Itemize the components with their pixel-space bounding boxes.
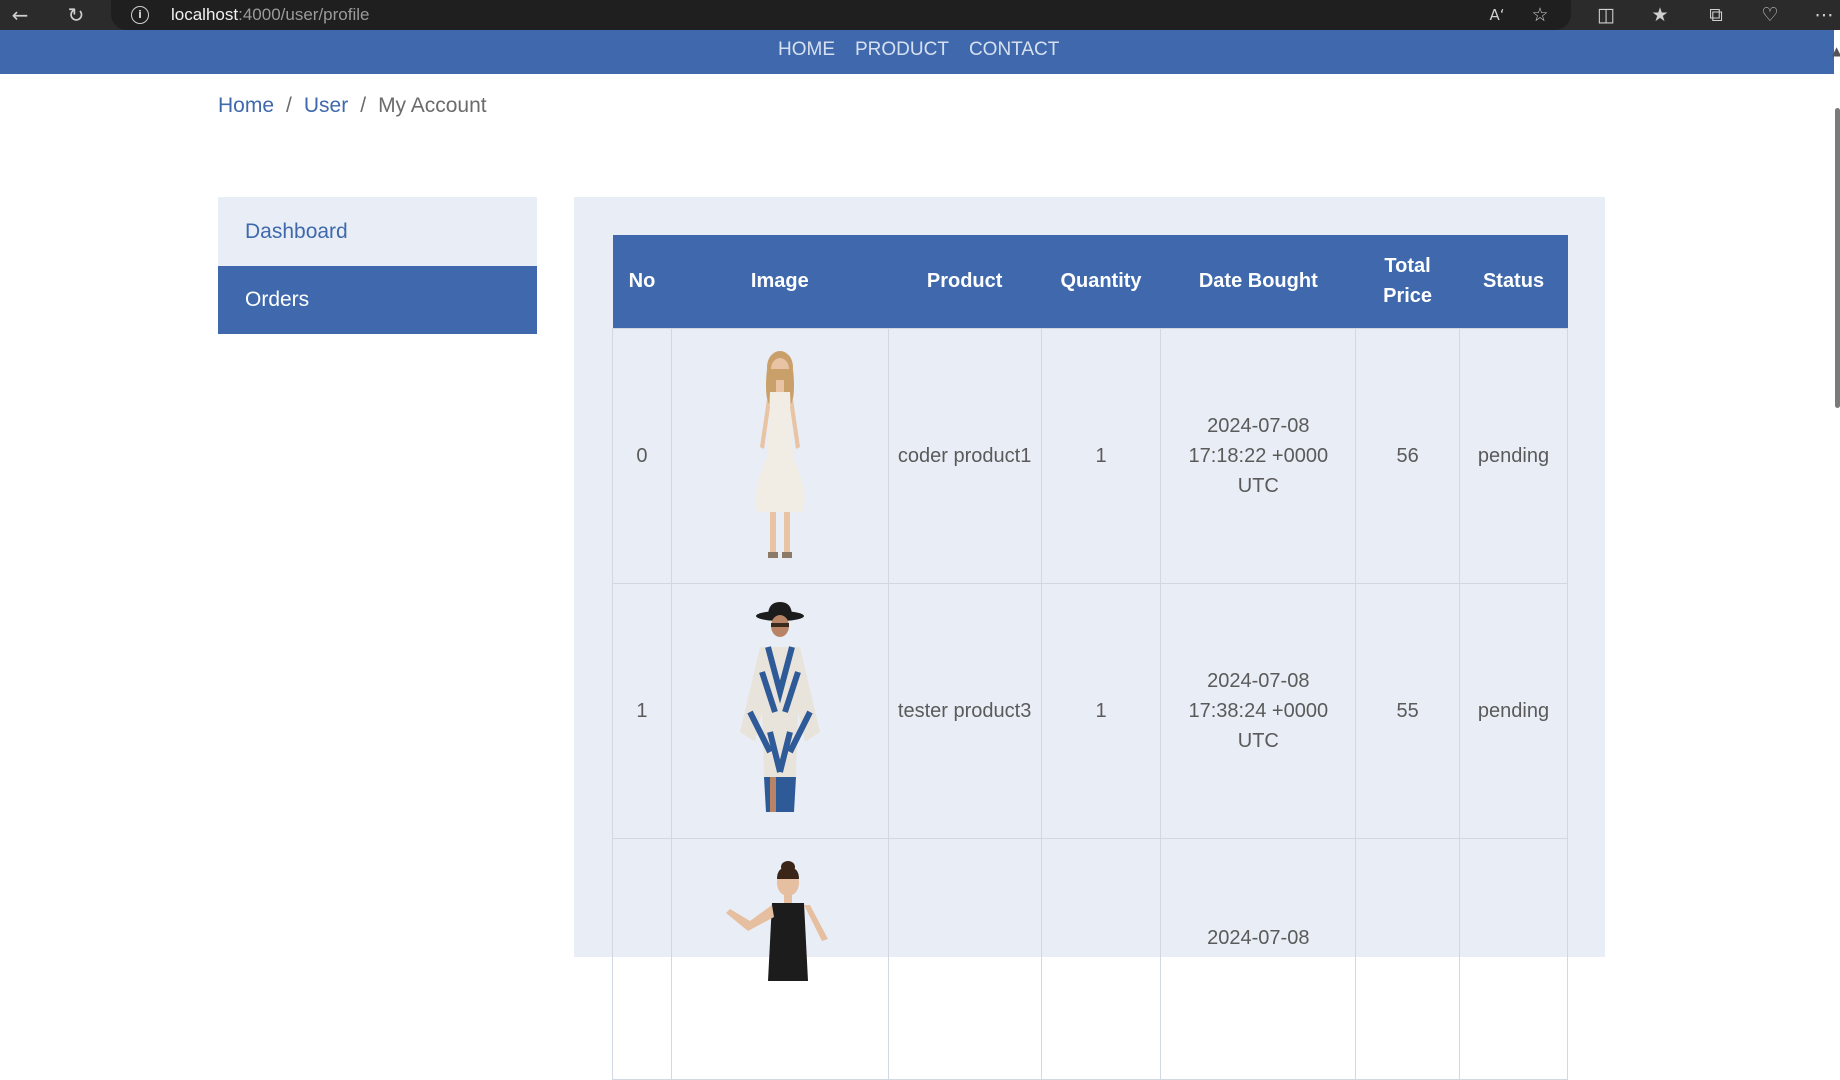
order-price: 56 [1355, 327, 1461, 584]
breadcrumb-separator: / [360, 94, 367, 117]
address-bar[interactable]: i localhost:4000/user/profile A‘ ☆ [111, 0, 1571, 30]
collections-icon[interactable]: ⧉ [1702, 2, 1730, 28]
order-date: 2024-07-08 17:18:22 +0000 UTC [1160, 327, 1357, 584]
order-no [612, 837, 672, 1080]
table-row: 1 tester product3 1 2024-07-08 17:38:24 … [612, 582, 1568, 839]
order-status: pending [1459, 582, 1568, 839]
order-date: 2024-07-08 [1160, 837, 1357, 1080]
order-product: tester product3 [887, 582, 1042, 839]
header-product: Product [888, 235, 1042, 328]
order-quantity: 1 [1040, 582, 1162, 839]
orders-panel: No Image Product Quantity Date Bought To… [574, 197, 1605, 1080]
product-image[interactable] [710, 860, 850, 1079]
header-status: Status [1459, 235, 1568, 328]
refresh-icon[interactable]: ↻ [62, 2, 90, 28]
breadcrumb-home-link[interactable]: Home [218, 94, 274, 118]
breadcrumb: Home / User / My Account [218, 94, 487, 118]
order-no: 1 [612, 582, 672, 839]
order-price [1355, 837, 1461, 1080]
account-sidebar: Dashboard Orders [218, 197, 537, 334]
back-icon[interactable]: ← [6, 2, 34, 28]
order-product: coder product1 [887, 327, 1042, 584]
nav-home-link[interactable]: HOME [778, 39, 835, 61]
browser-toolbar: ← ↻ i localhost:4000/user/profile A‘ ☆ ◫… [0, 0, 1840, 30]
order-status [1459, 837, 1568, 1080]
nav-contact-link[interactable]: CONTACT [969, 39, 1059, 61]
site-navbar: HOME PRODUCT CONTACT [0, 30, 1834, 74]
site-info-icon[interactable]: i [131, 6, 149, 24]
header-image: Image [671, 235, 889, 328]
order-image-cell [670, 582, 889, 839]
order-status: pending [1459, 327, 1568, 584]
order-image-cell [670, 837, 889, 1080]
breadcrumb-separator: / [286, 94, 292, 117]
header-no: No [612, 235, 672, 328]
favorite-star-icon[interactable]: ☆ [1526, 2, 1554, 28]
sidebar-item-orders[interactable]: Orders [218, 266, 537, 334]
table-row: 2024-07-08 [612, 837, 1568, 1080]
header-date-bought: Date Bought [1160, 235, 1356, 328]
order-no: 0 [612, 327, 672, 584]
more-options-icon[interactable]: ⋯ [1810, 2, 1838, 28]
scrollbar-thumb[interactable] [1835, 108, 1840, 408]
order-quantity [1040, 837, 1162, 1080]
product-image[interactable] [730, 347, 830, 565]
header-total-price: Total Price [1355, 235, 1460, 328]
orders-table: No Image Product Quantity Date Bought To… [612, 235, 1568, 1080]
url-text[interactable]: localhost:4000/user/profile [171, 5, 369, 25]
split-screen-icon[interactable]: ◫ [1592, 2, 1620, 28]
browser-health-icon[interactable]: ♡ [1756, 2, 1784, 28]
read-aloud-icon[interactable]: A‘ [1483, 2, 1511, 28]
product-image[interactable] [730, 601, 830, 820]
scroll-up-icon[interactable]: ▲ [1832, 44, 1840, 58]
table-row: 0 coder product1 1 2024-07-08 17:18:22 +… [612, 327, 1568, 584]
order-price: 55 [1355, 582, 1461, 839]
table-header-row: No Image Product Quantity Date Bought To… [612, 235, 1568, 328]
order-image-cell [670, 327, 889, 584]
header-quantity: Quantity [1041, 235, 1161, 328]
order-product [887, 837, 1042, 1080]
order-quantity: 1 [1040, 327, 1162, 584]
sidebar-item-dashboard[interactable]: Dashboard [218, 197, 537, 266]
breadcrumb-user-link[interactable]: User [304, 94, 348, 118]
order-date: 2024-07-08 17:38:24 +0000 UTC [1160, 582, 1357, 839]
nav-product-link[interactable]: PRODUCT [855, 39, 949, 61]
favorites-icon[interactable]: ★ [1646, 2, 1674, 28]
breadcrumb-current: My Account [378, 94, 487, 117]
